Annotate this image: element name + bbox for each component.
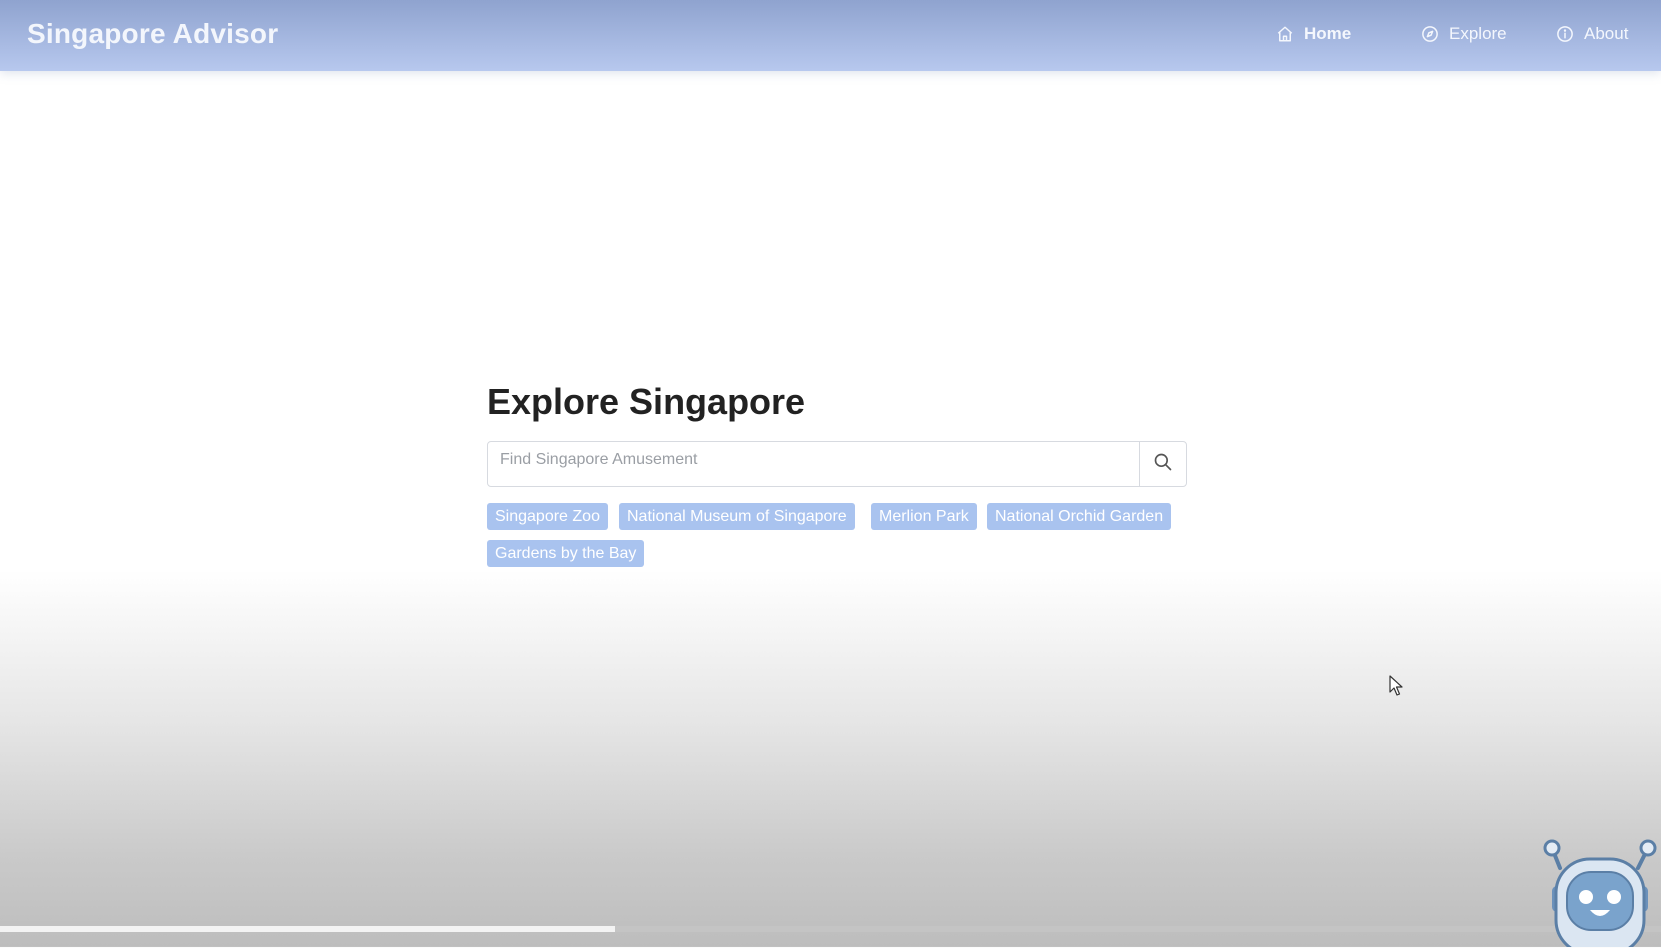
search-input[interactable] [488,442,1140,486]
nav-about-label: About [1584,24,1629,43]
nav-explore-label: Explore [1449,24,1507,43]
nav-home-label: Home [1304,24,1352,43]
nav-explore[interactable]: Explore [1421,22,1507,46]
nav-about[interactable]: About [1556,22,1628,46]
home-icon [1276,25,1294,43]
horizontal-scrollbar[interactable] [0,926,1661,932]
top-navbar: Singapore Advisor Home Explore About [0,0,1661,71]
tag-national-museum[interactable]: National Museum of Singapore [619,503,855,530]
search-bar [487,441,1187,487]
mouse-cursor-icon [1389,675,1405,702]
nav-home[interactable]: Home [1276,22,1351,46]
compass-icon [1421,25,1439,43]
tag-singapore-zoo[interactable]: Singapore Zoo [487,503,608,530]
scrollbar-thumb[interactable] [0,926,615,932]
tag-gardens-by-the-bay[interactable]: Gardens by the Bay [487,540,645,567]
search-icon [1153,452,1173,477]
search-button[interactable] [1139,442,1186,486]
brand-logo-text[interactable]: Singapore Advisor [27,18,278,50]
tag-merlion-park[interactable]: Merlion Park [871,503,977,530]
tag-national-orchid-garden[interactable]: National Orchid Garden [987,503,1172,530]
info-icon [1556,25,1574,43]
chatbot-robot-icon[interactable] [1538,834,1661,952]
page-title: Explore Singapore [487,381,806,422]
